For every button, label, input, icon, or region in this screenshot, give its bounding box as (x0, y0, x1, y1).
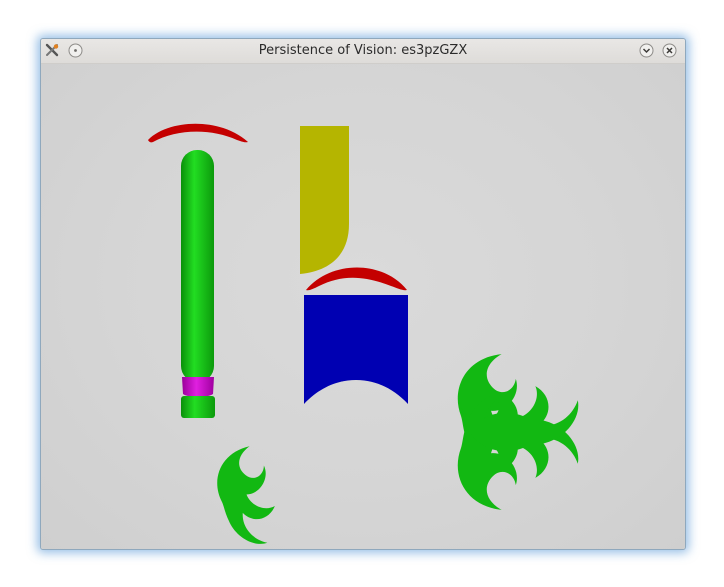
close-button[interactable] (662, 43, 677, 58)
green-flourish-cluster (428, 345, 588, 519)
green-flourish-small (194, 439, 308, 549)
povray-render-window: Persistence of Vision: es3pzGZX (40, 38, 686, 550)
green-base-disc (181, 396, 215, 418)
green-capsule-column (181, 150, 214, 382)
red-arc-top-left (148, 123, 248, 143)
render-canvas (41, 64, 685, 549)
window-title: Persistence of Vision: es3pzGZX (258, 43, 468, 58)
red-arc-center (306, 267, 407, 291)
magenta-collar (182, 377, 214, 397)
window-titlebar[interactable]: Persistence of Vision: es3pzGZX (41, 39, 685, 64)
minimize-button[interactable] (639, 43, 654, 58)
yellow-rounded-block (300, 126, 349, 274)
blue-cutout-block (304, 295, 408, 404)
